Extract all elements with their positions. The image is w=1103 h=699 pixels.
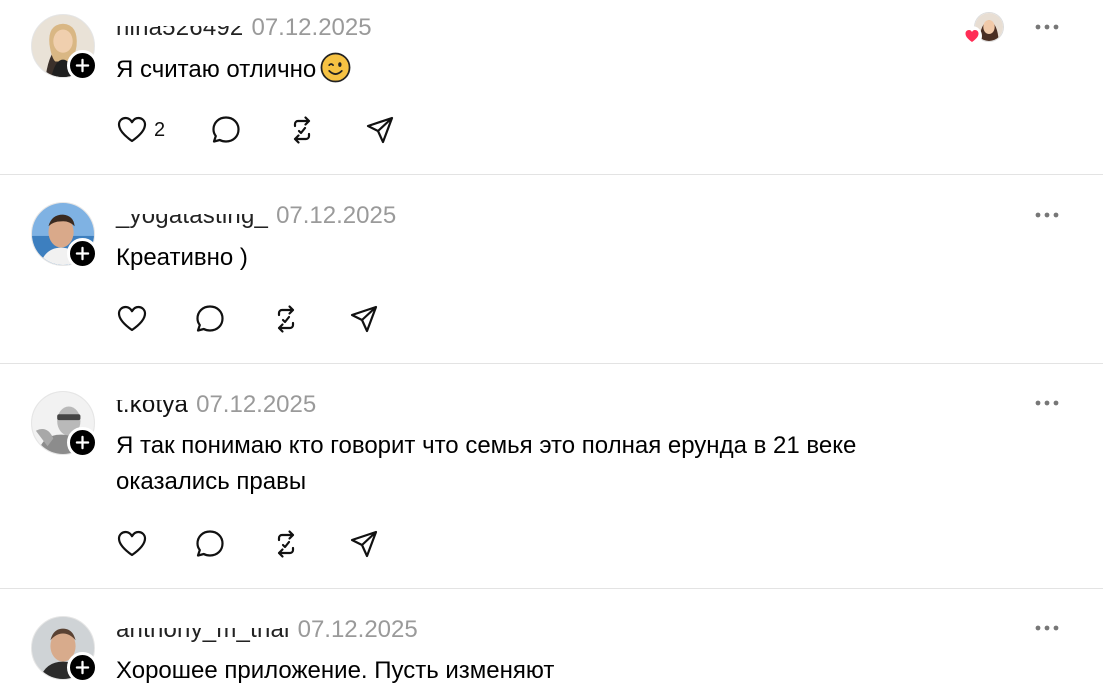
divider bbox=[0, 174, 1103, 175]
post-text: Я считаю отлично bbox=[116, 52, 351, 88]
more-horizontal-icon bbox=[1035, 212, 1059, 218]
plus-icon bbox=[75, 660, 90, 675]
divider bbox=[0, 588, 1103, 589]
heart-icon bbox=[117, 530, 147, 557]
repost-icon bbox=[277, 305, 295, 333]
post-meta: nina526492 07.12.2025 bbox=[113, 14, 372, 42]
more-horizontal-icon bbox=[1035, 400, 1059, 406]
plus-icon bbox=[75, 246, 90, 261]
plus-icon bbox=[75, 58, 90, 73]
comments-feed: nina526492 07.12.2025 Я считаю отлично 2 bbox=[0, 0, 1103, 699]
post-text: Креативно ) bbox=[116, 240, 248, 276]
author-avatar[interactable] bbox=[31, 14, 98, 81]
more-options-button[interactable] bbox=[1030, 203, 1064, 227]
post-date[interactable]: 07.12.2025 bbox=[298, 616, 418, 644]
post-actions: 2 bbox=[112, 110, 412, 150]
reply-button[interactable] bbox=[210, 110, 242, 150]
post-date[interactable]: 07.12.2025 bbox=[196, 391, 316, 419]
divider bbox=[0, 363, 1103, 364]
comment-bubble-icon bbox=[196, 530, 224, 557]
comment-bubble-icon bbox=[196, 305, 224, 332]
repost-icon bbox=[293, 116, 311, 144]
more-horizontal-icon bbox=[1035, 625, 1059, 631]
author-avatar[interactable] bbox=[31, 202, 98, 269]
post-text: Я так понимаю кто говорит что семья это … bbox=[116, 428, 856, 500]
repost-button[interactable] bbox=[286, 110, 318, 150]
send-icon bbox=[366, 116, 394, 144]
username[interactable]: _yogatasting_ bbox=[113, 202, 271, 230]
share-button[interactable] bbox=[348, 299, 380, 339]
share-button[interactable] bbox=[364, 110, 396, 150]
heart-icon bbox=[962, 26, 982, 46]
post-text-line: Я считаю отлично bbox=[116, 56, 317, 83]
follow-button[interactable] bbox=[67, 652, 98, 683]
follow-button[interactable] bbox=[67, 427, 98, 458]
liked-by-author bbox=[962, 12, 1004, 46]
more-options-button[interactable] bbox=[1030, 391, 1064, 415]
send-icon bbox=[350, 305, 378, 333]
post-text: Хорошее приложение. Пусть изменяют bbox=[116, 653, 554, 689]
post-meta: _yogatasting_ 07.12.2025 bbox=[113, 202, 396, 230]
reply-button[interactable] bbox=[194, 299, 226, 339]
more-horizontal-icon bbox=[1035, 24, 1059, 30]
post-meta: anthony_m_thai 07.12.2025 bbox=[114, 616, 418, 644]
post-date[interactable]: 07.12.2025 bbox=[251, 14, 371, 42]
follow-button[interactable] bbox=[67, 50, 98, 81]
username[interactable]: nina526492 bbox=[113, 14, 246, 42]
winking-face-emoji bbox=[320, 52, 351, 83]
post-actions bbox=[112, 299, 392, 339]
share-button[interactable] bbox=[348, 524, 380, 564]
like-button[interactable] bbox=[116, 299, 148, 339]
repost-button[interactable] bbox=[270, 524, 302, 564]
repost-icon bbox=[277, 530, 295, 558]
plus-icon bbox=[75, 435, 90, 450]
follow-button[interactable] bbox=[67, 238, 98, 269]
post-date[interactable]: 07.12.2025 bbox=[276, 202, 396, 230]
reply-button[interactable] bbox=[194, 524, 226, 564]
repost-button[interactable] bbox=[270, 299, 302, 339]
heart-icon bbox=[117, 305, 147, 332]
comment-bubble-icon bbox=[212, 116, 240, 143]
post-text-line: Я так понимаю кто говорит что семья это … bbox=[116, 432, 857, 459]
post-text-line: Креативно ) bbox=[116, 244, 248, 271]
more-options-button[interactable] bbox=[1030, 616, 1064, 640]
heart-icon bbox=[117, 116, 147, 143]
post-text-line: Хорошее приложение. Пусть изменяют bbox=[116, 657, 555, 684]
like-button[interactable]: 2 bbox=[116, 110, 165, 150]
author-avatar[interactable] bbox=[31, 616, 98, 683]
like-count: 2 bbox=[154, 118, 166, 141]
post-meta: t.kotya 07.12.2025 bbox=[113, 391, 316, 419]
post-text-line: оказались правы bbox=[116, 468, 307, 495]
like-button[interactable] bbox=[116, 524, 148, 564]
username[interactable]: t.kotya bbox=[113, 391, 191, 419]
username[interactable]: anthony_m_thai bbox=[114, 616, 292, 644]
more-options-button[interactable] bbox=[1030, 15, 1064, 39]
send-icon bbox=[350, 530, 378, 558]
post-actions bbox=[112, 524, 392, 564]
author-avatar[interactable] bbox=[31, 391, 98, 458]
